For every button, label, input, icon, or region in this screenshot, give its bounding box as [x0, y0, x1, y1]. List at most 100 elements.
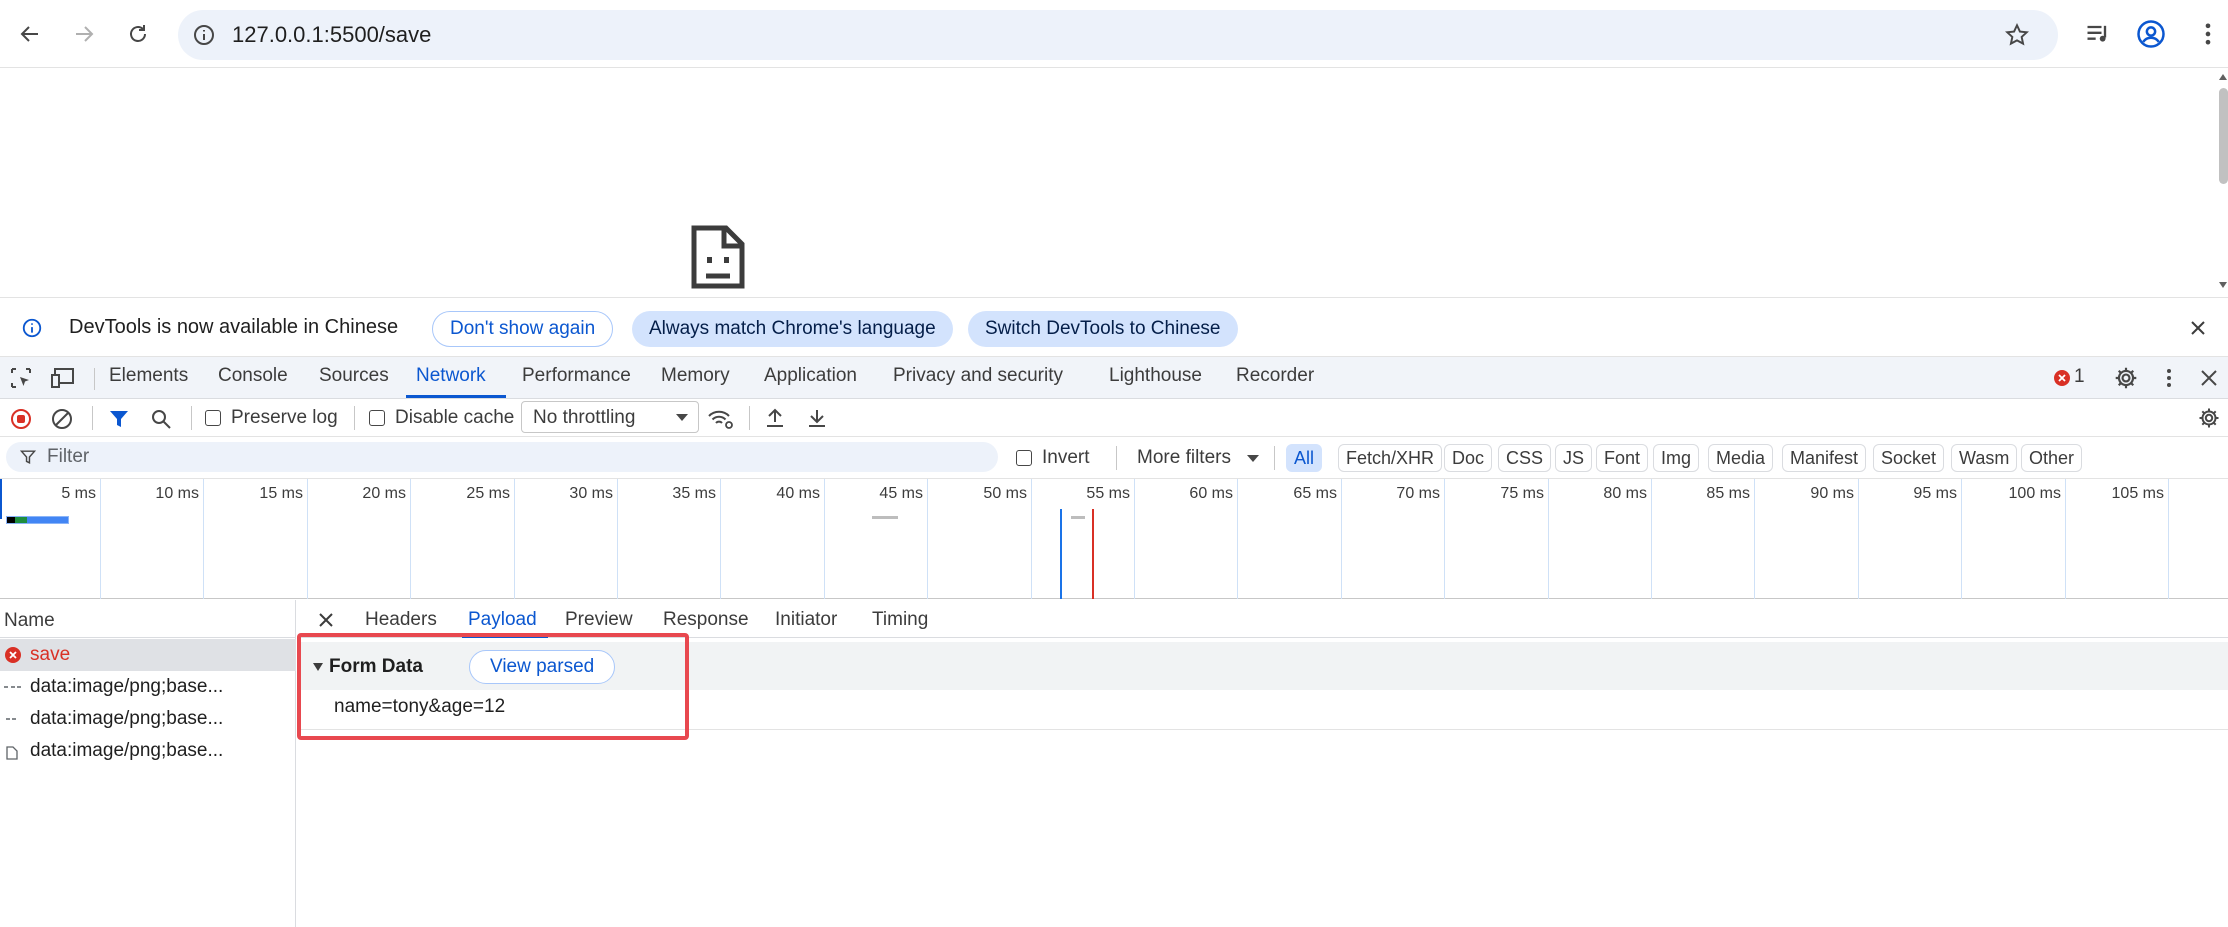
tab-initiator[interactable]: Initiator — [775, 609, 837, 631]
type-filter-img[interactable]: Img — [1653, 444, 1700, 472]
request-row[interactable]: data:image/png;base... — [0, 735, 296, 767]
type-filter-media[interactable]: Media — [1708, 444, 1774, 472]
request-bar — [1071, 516, 1085, 519]
filter-bar: Filter Invert More filters All Fetch/XHR… — [0, 437, 2228, 479]
dom-content-loaded-line — [1060, 509, 1062, 599]
timeline-gridline — [1651, 479, 1652, 599]
browser-menu-icon[interactable] — [2194, 20, 2222, 48]
tab-payload[interactable]: Payload — [468, 609, 537, 631]
profile-icon[interactable] — [2136, 19, 2166, 49]
info-icon — [22, 318, 42, 338]
filter-input[interactable]: Filter — [6, 442, 998, 472]
tab-timing[interactable]: Timing — [872, 609, 928, 631]
error-count[interactable]: 1 — [2074, 366, 2085, 388]
throttling-select[interactable]: No throttling — [521, 401, 699, 433]
type-filter-font[interactable]: Font — [1596, 444, 1649, 472]
type-filter-other[interactable]: Other — [2021, 444, 2083, 472]
separator — [749, 406, 750, 430]
network-toolbar: Preserve log Disable cache No throttling — [0, 399, 2228, 437]
timeline-tick-label: 35 ms — [672, 485, 716, 502]
close-icon[interactable] — [317, 611, 335, 629]
request-row[interactable]: data:image/png;base... — [0, 703, 296, 735]
tab-sources[interactable]: Sources — [319, 365, 389, 387]
switch-to-chinese-button[interactable]: Switch DevTools to Chinese — [968, 311, 1238, 347]
reload-button[interactable] — [118, 14, 158, 54]
preserve-log-checkbox[interactable] — [205, 410, 221, 426]
back-button[interactable] — [10, 14, 50, 54]
import-har-icon[interactable] — [764, 407, 786, 429]
disable-cache-checkbox[interactable] — [369, 410, 385, 426]
tab-memory[interactable]: Memory — [661, 365, 730, 387]
settings-gear-icon[interactable] — [2113, 365, 2139, 391]
info-icon[interactable] — [192, 23, 216, 47]
request-row[interactable]: data:image/png;base... — [0, 671, 296, 703]
timeline-tick-label: 60 ms — [1189, 485, 1233, 502]
tab-lighthouse[interactable]: Lighthouse — [1109, 365, 1202, 387]
address-bar[interactable]: 127.0.0.1:5500/save — [178, 10, 2058, 60]
document-icon — [6, 746, 18, 760]
type-filter-socket[interactable]: Socket — [1873, 444, 1945, 472]
network-conditions-icon[interactable] — [707, 407, 735, 431]
timeline-gridline — [1031, 479, 1032, 599]
search-icon[interactable] — [150, 408, 172, 430]
forward-button[interactable] — [64, 14, 104, 54]
tab-network[interactable]: Network — [416, 365, 486, 387]
close-icon[interactable] — [2188, 318, 2208, 338]
name-column-header[interactable]: Name — [0, 600, 296, 638]
timeline-tick-label: 85 ms — [1706, 485, 1750, 502]
timeline-gridline — [1548, 479, 1549, 599]
devtools-menu-icon[interactable] — [2157, 366, 2181, 390]
timeline-tick-label: 40 ms — [776, 485, 820, 502]
timeline-gridline — [203, 479, 204, 599]
export-har-icon[interactable] — [806, 407, 828, 429]
device-toolbar-icon[interactable] — [50, 366, 76, 390]
tab-application[interactable]: Application — [764, 365, 857, 387]
tab-performance[interactable]: Performance — [522, 365, 631, 387]
filter-icon[interactable] — [108, 408, 130, 430]
more-filters-dropdown[interactable]: More filters — [1137, 447, 1231, 469]
error-icon — [5, 647, 21, 663]
separator — [191, 406, 192, 430]
type-filter-manifest[interactable]: Manifest — [1782, 444, 1867, 472]
always-match-language-button[interactable]: Always match Chrome's language — [632, 311, 953, 347]
tab-privacy-and-security[interactable]: Privacy and security — [893, 365, 1063, 387]
network-settings-gear-icon[interactable] — [2197, 406, 2221, 430]
tab-elements[interactable]: Elements — [109, 365, 188, 387]
reload-icon — [130, 25, 146, 42]
timeline-tick-label: 75 ms — [1500, 485, 1544, 502]
page-scrollbar-thumb[interactable] — [2219, 88, 2228, 184]
dont-show-again-button[interactable]: Don't show again — [432, 311, 614, 347]
record-stop-icon[interactable] — [10, 408, 32, 430]
scroll-up-icon[interactable] — [2218, 72, 2228, 82]
tab-recorder[interactable]: Recorder — [1236, 365, 1314, 387]
network-overview-timeline[interactable]: 5 ms 10 ms 15 ms 20 ms 25 ms 30 ms 35 ms 40 ms 4… — [0, 479, 2228, 599]
timeline-gridline — [1858, 479, 1859, 599]
tab-response[interactable]: Response — [663, 609, 749, 631]
invert-checkbox[interactable] — [1016, 450, 1032, 466]
request-row-save[interactable]: save — [0, 639, 296, 671]
type-filter-css[interactable]: CSS — [1498, 444, 1552, 472]
dropdown-arrow-icon — [676, 414, 688, 421]
url-text[interactable]: 127.0.0.1:5500/save — [232, 22, 431, 48]
inspect-element-icon[interactable] — [9, 366, 33, 390]
type-filter-all[interactable]: All — [1286, 444, 1323, 472]
type-filter-doc[interactable]: Doc — [1444, 444, 1493, 472]
tab-console[interactable]: Console — [218, 365, 288, 387]
error-icon[interactable] — [2053, 369, 2071, 387]
close-devtools-icon[interactable] — [2199, 368, 2219, 388]
timeline-gridline — [1444, 479, 1445, 599]
type-filter-js[interactable]: JS — [1555, 444, 1593, 472]
tab-preview[interactable]: Preview — [565, 609, 633, 631]
clear-icon[interactable] — [51, 408, 73, 430]
dropdown-arrow-icon[interactable] — [1246, 454, 1260, 464]
media-control-icon[interactable] — [2084, 20, 2112, 48]
type-filter-wasm[interactable]: Wasm — [1951, 444, 2018, 472]
type-filter-fetch-xhr[interactable]: Fetch/XHR — [1338, 444, 1443, 472]
star-icon[interactable] — [2004, 22, 2030, 48]
scroll-down-icon[interactable] — [2218, 280, 2228, 290]
timeline-tick-label: 45 ms — [879, 485, 923, 502]
tab-headers[interactable]: Headers — [365, 609, 437, 631]
timeline-tick-label: 15 ms — [259, 485, 303, 502]
arrow-right-icon — [76, 26, 94, 42]
separator — [1116, 446, 1117, 470]
